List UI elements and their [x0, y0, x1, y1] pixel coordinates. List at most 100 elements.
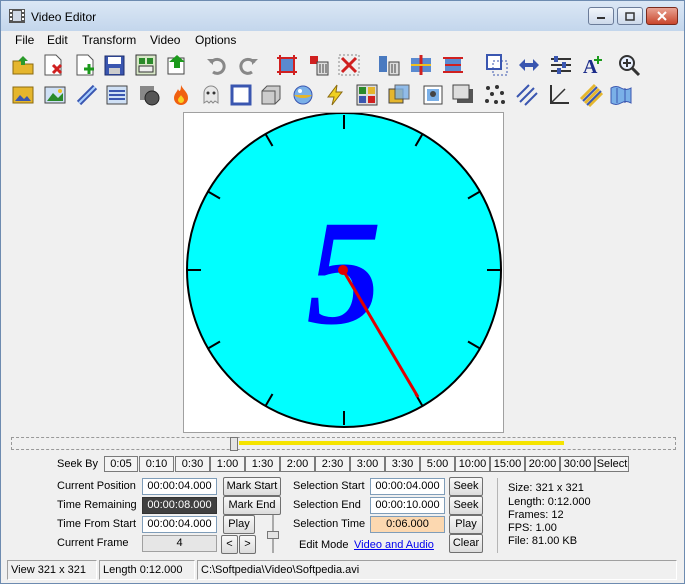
- lightning-icon[interactable]: [323, 83, 347, 107]
- seek-1-00-button[interactable]: 1:00: [210, 456, 245, 472]
- close-file-icon[interactable]: [41, 53, 65, 77]
- menu-transform[interactable]: Transform: [82, 33, 136, 47]
- resize-icon[interactable]: [485, 53, 509, 77]
- edit-mode-label: Edit Mode: [299, 539, 349, 551]
- menu-file[interactable]: File: [15, 33, 34, 47]
- maximize-icon: [625, 11, 635, 21]
- mark-end-button[interactable]: Mark End: [223, 496, 281, 515]
- play-selection-button[interactable]: Play: [449, 515, 483, 534]
- selection-end-field[interactable]: 00:00:10.000: [370, 497, 445, 514]
- play-button[interactable]: Play: [223, 515, 255, 534]
- menu-video[interactable]: Video: [150, 33, 180, 47]
- picture-icon[interactable]: [421, 83, 445, 107]
- menu-options[interactable]: Options: [195, 33, 236, 47]
- mask-icon[interactable]: [137, 83, 161, 107]
- trim-icon[interactable]: [441, 53, 465, 77]
- time-remaining-field: 00:00:08.000: [142, 497, 217, 514]
- fire-icon[interactable]: [169, 83, 193, 107]
- shadow-icon[interactable]: [451, 83, 475, 107]
- seek-2-00-button[interactable]: 2:00: [280, 456, 315, 472]
- time-from-start-label: Time From Start: [57, 518, 137, 530]
- sphere-icon[interactable]: [291, 83, 315, 107]
- insert-image-icon[interactable]: [11, 83, 35, 107]
- lines-icon[interactable]: [515, 83, 539, 107]
- open-icon[interactable]: [11, 53, 35, 77]
- clear-button[interactable]: Clear: [449, 534, 483, 553]
- split-icon[interactable]: [409, 53, 433, 77]
- current-position-label: Current Position: [57, 480, 136, 492]
- mosaic-icon[interactable]: [355, 83, 379, 107]
- seek-10-00-button[interactable]: 10:00: [455, 456, 490, 472]
- seek-end-button[interactable]: Seek: [449, 496, 483, 515]
- image-effect-icon[interactable]: [43, 83, 67, 107]
- clock-frame-image: 5: [186, 112, 502, 428]
- minimize-button[interactable]: [588, 7, 614, 25]
- current-frame-label: Current Frame: [57, 537, 129, 549]
- seek-start-button[interactable]: Seek: [449, 477, 483, 496]
- save-icon[interactable]: [103, 53, 127, 77]
- info-frames: Frames: 12: [508, 509, 564, 521]
- menu-edit[interactable]: Edit: [47, 33, 68, 47]
- mark-start-button[interactable]: Mark Start: [223, 477, 281, 496]
- next-frame-button[interactable]: >: [239, 535, 256, 554]
- seek-3-00-button[interactable]: 3:00: [350, 456, 385, 472]
- seek-0-30-button[interactable]: 0:30: [175, 456, 210, 472]
- prev-frame-button[interactable]: <: [221, 535, 238, 554]
- blend-icon[interactable]: [387, 83, 411, 107]
- info-separator: [497, 478, 498, 553]
- status-length: Length 0:12.000: [99, 560, 195, 580]
- seek-select-button[interactable]: Select: [595, 456, 629, 472]
- emboss-icon[interactable]: [259, 83, 283, 107]
- angle-icon[interactable]: [547, 83, 571, 107]
- stripes-icon[interactable]: [579, 83, 603, 107]
- noise-icon[interactable]: [483, 83, 507, 107]
- cancel-icon[interactable]: [337, 53, 361, 77]
- info-length: Length: 0:12.000: [508, 496, 591, 508]
- seek-2-30-button[interactable]: 2:30: [315, 456, 350, 472]
- seek-15-00-button[interactable]: 15:00: [490, 456, 525, 472]
- delete-frames-icon[interactable]: [307, 53, 331, 77]
- export-icon[interactable]: [165, 53, 189, 77]
- vertical-slider[interactable]: [267, 515, 279, 553]
- seek-20-00-button[interactable]: 20:00: [525, 456, 560, 472]
- flip-icon[interactable]: [517, 53, 541, 77]
- seek-0-10-button[interactable]: 0:10: [139, 456, 174, 472]
- text-icon[interactable]: A: [581, 53, 605, 77]
- levels-icon[interactable]: [549, 53, 573, 77]
- timeline-slider[interactable]: [11, 437, 676, 451]
- seek-3-30-button[interactable]: 3:30: [385, 456, 420, 472]
- timeline-thumb[interactable]: [230, 437, 238, 451]
- add-file-icon[interactable]: [73, 53, 97, 77]
- selection-time-field: 0:06.000: [370, 516, 445, 533]
- save-frames-icon[interactable]: [134, 53, 158, 77]
- seek-1-30-button[interactable]: 1:30: [245, 456, 280, 472]
- undo-icon[interactable]: [205, 53, 229, 77]
- ghost-icon[interactable]: [199, 83, 223, 107]
- border-icon[interactable]: [229, 83, 253, 107]
- wave-icon[interactable]: [609, 83, 633, 107]
- redo-icon[interactable]: [236, 53, 260, 77]
- slider-thumb[interactable]: [267, 531, 279, 539]
- close-button[interactable]: [646, 7, 678, 25]
- toolbar-main: A: [9, 53, 669, 79]
- cut-icon[interactable]: [377, 53, 401, 77]
- status-bar: View 321 x 321 Length 0:12.000 C:\Softpe…: [1, 558, 684, 583]
- info-file: File: 81.00 KB: [508, 535, 578, 547]
- info-size: Size: 321 x 321: [508, 482, 584, 494]
- adjust-icon[interactable]: [105, 83, 129, 107]
- current-frame-field[interactable]: 4: [142, 535, 217, 552]
- maximize-button[interactable]: [617, 7, 643, 25]
- zoom-icon[interactable]: [617, 53, 641, 77]
- selection-start-field[interactable]: 00:00:04.000: [370, 478, 445, 495]
- minimize-icon: [597, 17, 605, 19]
- close-icon: [657, 11, 667, 21]
- sharpen-icon[interactable]: [75, 83, 99, 107]
- time-from-start-field[interactable]: 00:00:04.000: [142, 516, 217, 533]
- seek-0-05-button[interactable]: 0:05: [104, 456, 138, 472]
- status-view: View 321 x 321: [7, 560, 97, 580]
- seek-30-00-button[interactable]: 30:00: [560, 456, 595, 472]
- current-position-field[interactable]: 00:00:04.000: [142, 478, 217, 495]
- seek-5-00-button[interactable]: 5:00: [420, 456, 455, 472]
- edit-mode-link[interactable]: Video and Audio: [354, 539, 434, 551]
- crop-frames-icon[interactable]: [275, 53, 299, 77]
